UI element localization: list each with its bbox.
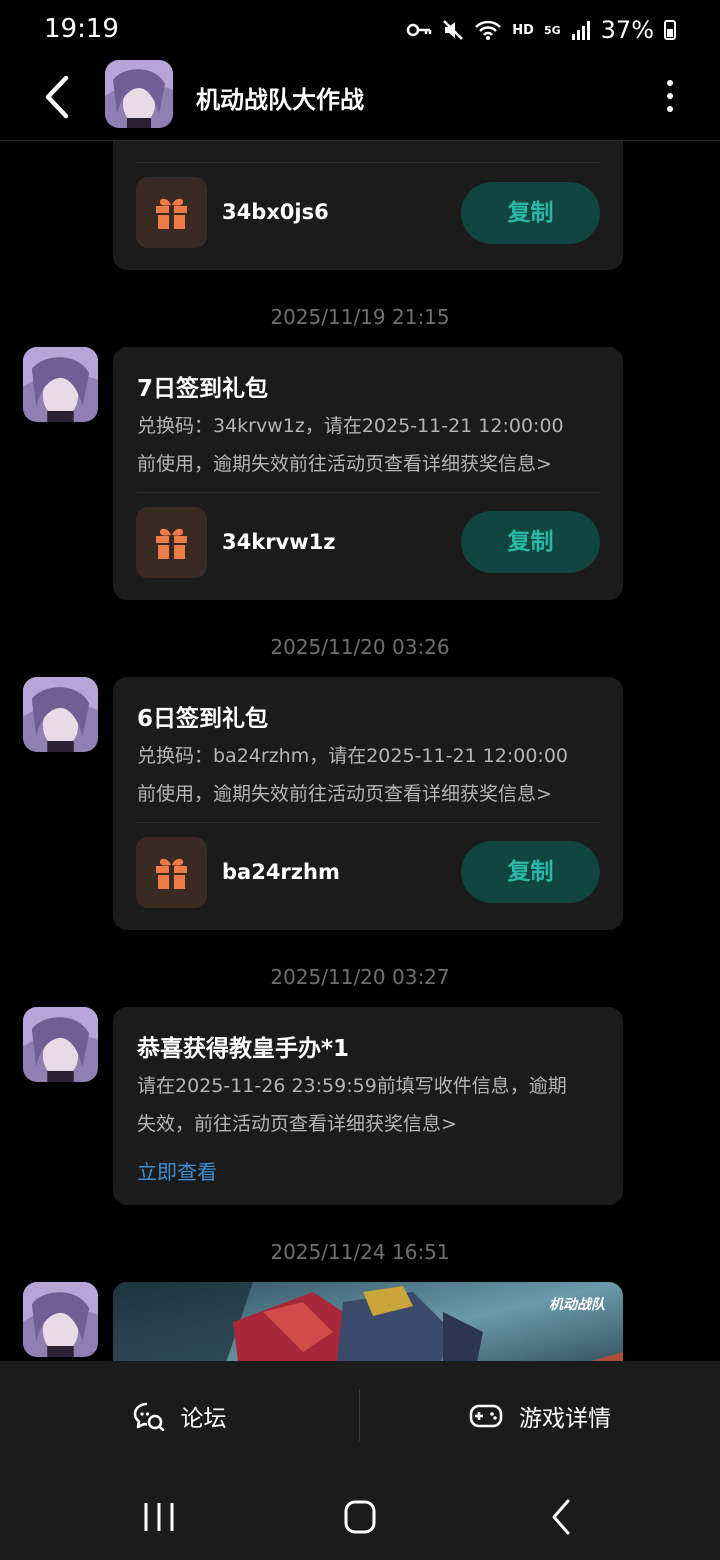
gift-message-card: 7日签到礼包 兑换码：34krvw1z，请在2025-11-21 12:00:0… bbox=[113, 347, 623, 600]
message-timestamp: 2025/11/24 16:51 bbox=[270, 1240, 450, 1264]
banner-logo: 机动战队 bbox=[549, 1297, 605, 1313]
back-icon bbox=[552, 1499, 570, 1535]
copy-button[interactable]: 复制 bbox=[461, 841, 600, 903]
message-title: 6日签到礼包 bbox=[137, 706, 269, 732]
key-icon bbox=[407, 23, 432, 37]
message-title: 7日签到礼包 bbox=[137, 376, 269, 402]
tab-game-details[interactable]: 游戏详情 bbox=[360, 1361, 720, 1471]
message-timestamp: 2025/11/19 21:15 bbox=[270, 305, 450, 329]
recent-apps-icon bbox=[144, 1503, 174, 1531]
signal-icon bbox=[571, 21, 590, 40]
tab-game-details-label: 游戏详情 bbox=[519, 1406, 611, 1432]
message-timestamp: 2025/11/20 03:27 bbox=[270, 965, 450, 989]
prize-message-card: 恭喜获得教皇手办*1 请在2025-11-26 23:59:59前填写收件信息，… bbox=[113, 1007, 623, 1205]
card-divider bbox=[137, 492, 601, 493]
message-card-partial: 34bx0js6 复制 bbox=[113, 140, 623, 270]
gift-icon-box bbox=[136, 177, 207, 248]
battery-percent: 37% bbox=[600, 16, 654, 44]
more-options-button[interactable] bbox=[660, 76, 680, 116]
message-body-line: 失效，前往活动页查看详细获奖信息> bbox=[137, 1113, 457, 1135]
card-divider bbox=[137, 162, 601, 163]
message-list[interactable]: 34bx0js6 复制 2025/11/19 21:15 7日签到礼包 兑换码：… bbox=[0, 140, 720, 1361]
network-indicator: 5G bbox=[543, 23, 561, 37]
back-button[interactable] bbox=[38, 74, 78, 120]
home-icon bbox=[344, 1500, 376, 1534]
wifi-icon bbox=[475, 20, 502, 40]
gift-icon-box bbox=[136, 837, 207, 908]
gift-icon bbox=[156, 198, 187, 230]
game-avatar[interactable] bbox=[105, 60, 173, 128]
copy-button[interactable]: 复制 bbox=[461, 182, 600, 244]
redeem-code: ba24rzhm bbox=[222, 860, 340, 884]
gift-icon bbox=[156, 858, 187, 890]
message-body[interactable]: 请在2025-11-26 23:59:59前填写收件信息，逾期 失效，前往活动页… bbox=[137, 1067, 607, 1143]
tab-forum[interactable]: 论坛 bbox=[0, 1361, 359, 1471]
redeem-code: 34krvw1z bbox=[222, 530, 336, 554]
chat-title: 机动战队大作战 bbox=[196, 86, 364, 114]
battery-icon bbox=[664, 20, 676, 40]
more-dot bbox=[667, 93, 673, 99]
gift-message-card: 6日签到礼包 兑换码：ba24rzhm，请在2025-11-21 12:00:0… bbox=[113, 677, 623, 930]
status-bar: 19:19 HD 5G 37% bbox=[0, 0, 720, 62]
copy-button[interactable]: 复制 bbox=[461, 511, 600, 573]
message-body-line: 兑换码：34krvw1z，请在2025-11-21 12:00:00 bbox=[137, 415, 564, 437]
sender-avatar[interactable] bbox=[23, 1282, 98, 1357]
sender-avatar[interactable] bbox=[23, 677, 98, 752]
system-back-button[interactable] bbox=[540, 1497, 584, 1537]
bottom-tab-bar: 论坛 游戏详情 bbox=[0, 1361, 720, 1471]
sender-avatar[interactable] bbox=[23, 1007, 98, 1082]
message-body[interactable]: 兑换码：ba24rzhm，请在2025-11-21 12:00:00 前使用，逾… bbox=[137, 737, 607, 813]
gift-icon bbox=[156, 528, 187, 560]
more-dot bbox=[667, 80, 673, 86]
status-icons: HD 5G 37% bbox=[406, 16, 676, 44]
message-body-line: 兑换码：ba24rzhm，请在2025-11-21 12:00:00 bbox=[137, 745, 569, 767]
promo-banner-image[interactable]: 机动战队 bbox=[113, 1282, 623, 1361]
sender-avatar[interactable] bbox=[23, 347, 98, 422]
message-body-line: 前使用，逾期失效前往活动页查看详细获奖信息> bbox=[137, 783, 552, 805]
message-body-line: 前使用，逾期失效前往活动页查看详细获奖信息> bbox=[137, 453, 552, 475]
hd-indicator: HD bbox=[512, 22, 534, 38]
system-navigation-bar bbox=[0, 1471, 720, 1560]
redeem-code: 34bx0js6 bbox=[222, 200, 329, 224]
home-button[interactable] bbox=[338, 1497, 382, 1537]
message-body[interactable]: 兑换码：34krvw1z，请在2025-11-21 12:00:00 前使用，逾… bbox=[137, 407, 607, 483]
gamepad-icon bbox=[469, 1404, 503, 1428]
card-divider bbox=[137, 822, 601, 823]
gift-icon-box bbox=[136, 507, 207, 578]
message-title: 恭喜获得教皇手办*1 bbox=[137, 1036, 350, 1062]
recent-apps-button[interactable] bbox=[137, 1497, 181, 1537]
status-time: 19:19 bbox=[44, 14, 119, 44]
chevron-left-icon bbox=[45, 75, 69, 119]
forum-icon bbox=[133, 1402, 164, 1431]
tab-forum-label: 论坛 bbox=[180, 1406, 227, 1432]
more-dot bbox=[667, 106, 673, 112]
chat-header: 机动战队大作战 bbox=[0, 60, 720, 141]
message-body-line: 请在2025-11-26 23:59:59前填写收件信息，逾期 bbox=[137, 1075, 567, 1097]
view-now-link[interactable]: 立即查看 bbox=[137, 1156, 217, 1185]
mute-icon bbox=[443, 20, 464, 40]
message-timestamp: 2025/11/20 03:26 bbox=[270, 635, 450, 659]
